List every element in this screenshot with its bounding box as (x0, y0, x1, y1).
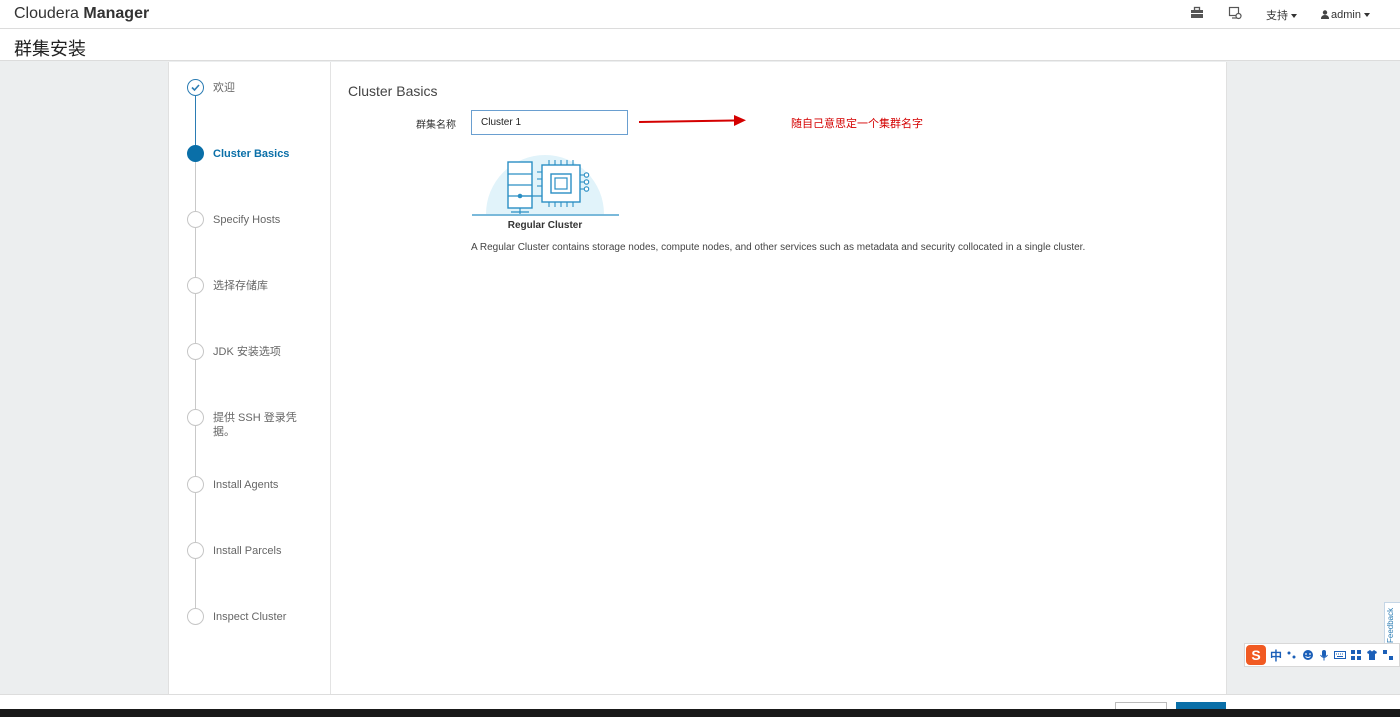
emoji-icon[interactable] (1302, 649, 1314, 661)
page-header: 群集安装 (0, 29, 1400, 61)
cluster-type-description: A Regular Cluster contains storage nodes… (471, 242, 1086, 253)
brand-light: Cloudera (14, 5, 79, 22)
wizard-content: Cluster Basics 群集名称 随自己意思定一个集群名字 (331, 62, 1228, 694)
punctuation-icon[interactable] (1286, 649, 1298, 661)
brand-bold: Manager (83, 5, 150, 22)
steps-connector-done (195, 92, 196, 152)
pending-step-dot (187, 409, 204, 426)
install-wizard: 欢迎 Cluster Basics Specify Hosts 选择存储库 JD… (168, 62, 1227, 694)
regular-cluster-illustration-icon[interactable] (471, 142, 621, 218)
step-label: JDK 安装选项 (213, 346, 281, 358)
cluster-name-label: 群集名称 (416, 120, 456, 131)
brand-logo[interactable]: Cloudera Manager (14, 5, 149, 23)
skin-icon[interactable] (1366, 649, 1378, 661)
microphone-icon[interactable] (1318, 649, 1330, 661)
briefcase-icon[interactable] (1190, 6, 1204, 23)
feedback-tab[interactable]: Feedback (1384, 602, 1400, 648)
top-navbar: Cloudera Manager 支持 admin (0, 0, 1400, 29)
pending-step-dot (187, 211, 204, 228)
check-circle-icon (187, 79, 204, 96)
user-menu[interactable]: admin (1321, 9, 1370, 21)
step-label: Specify Hosts (213, 214, 281, 226)
os-taskbar (0, 709, 1400, 717)
pending-step-dot (187, 277, 204, 294)
chevron-down-icon (1364, 12, 1370, 17)
section-title: Cluster Basics (348, 83, 438, 99)
ime-language-toggle[interactable]: 中 (1270, 647, 1282, 664)
feedback-label: Feedback (1386, 607, 1395, 643)
cluster-name-input[interactable] (471, 110, 628, 135)
page-title: 群集安装 (14, 39, 86, 59)
step-label: Cluster Basics (213, 148, 290, 160)
step-label: 欢迎 (213, 82, 235, 94)
keyboard-icon[interactable] (1334, 649, 1347, 661)
pending-step-dot (187, 476, 204, 493)
ime-toolbar[interactable]: S 中 (1244, 643, 1400, 667)
pending-step-dot (187, 608, 204, 625)
pending-step-dot (187, 542, 204, 559)
user-icon (1321, 9, 1330, 19)
more-icon[interactable] (1382, 649, 1394, 661)
step-label: Install Agents (213, 479, 279, 491)
step-label: 提供 SSH 登录凭据。 (213, 412, 297, 438)
cluster-type-name: Regular Cluster (507, 220, 583, 231)
step-label: Install Parcels (213, 545, 282, 557)
wizard-steps: 欢迎 Cluster Basics Specify Hosts 选择存储库 JD… (169, 62, 331, 694)
running-commands-icon[interactable] (1228, 6, 1242, 23)
support-label: 支持 (1266, 9, 1289, 22)
active-step-dot (187, 145, 204, 162)
user-label: admin (1331, 8, 1361, 21)
support-menu[interactable]: 支持 (1266, 7, 1298, 23)
annotation-arrow-icon (638, 115, 746, 126)
annotation-note: 随自己意思定一个集群名字 (791, 118, 923, 130)
step-label: 选择存储库 (213, 280, 268, 292)
pending-step-dot (187, 343, 204, 360)
toolbox-icon[interactable] (1350, 649, 1362, 661)
step-label: Inspect Cluster (213, 611, 287, 623)
chevron-down-icon (1291, 13, 1298, 18)
sogou-logo-icon[interactable]: S (1246, 645, 1266, 665)
